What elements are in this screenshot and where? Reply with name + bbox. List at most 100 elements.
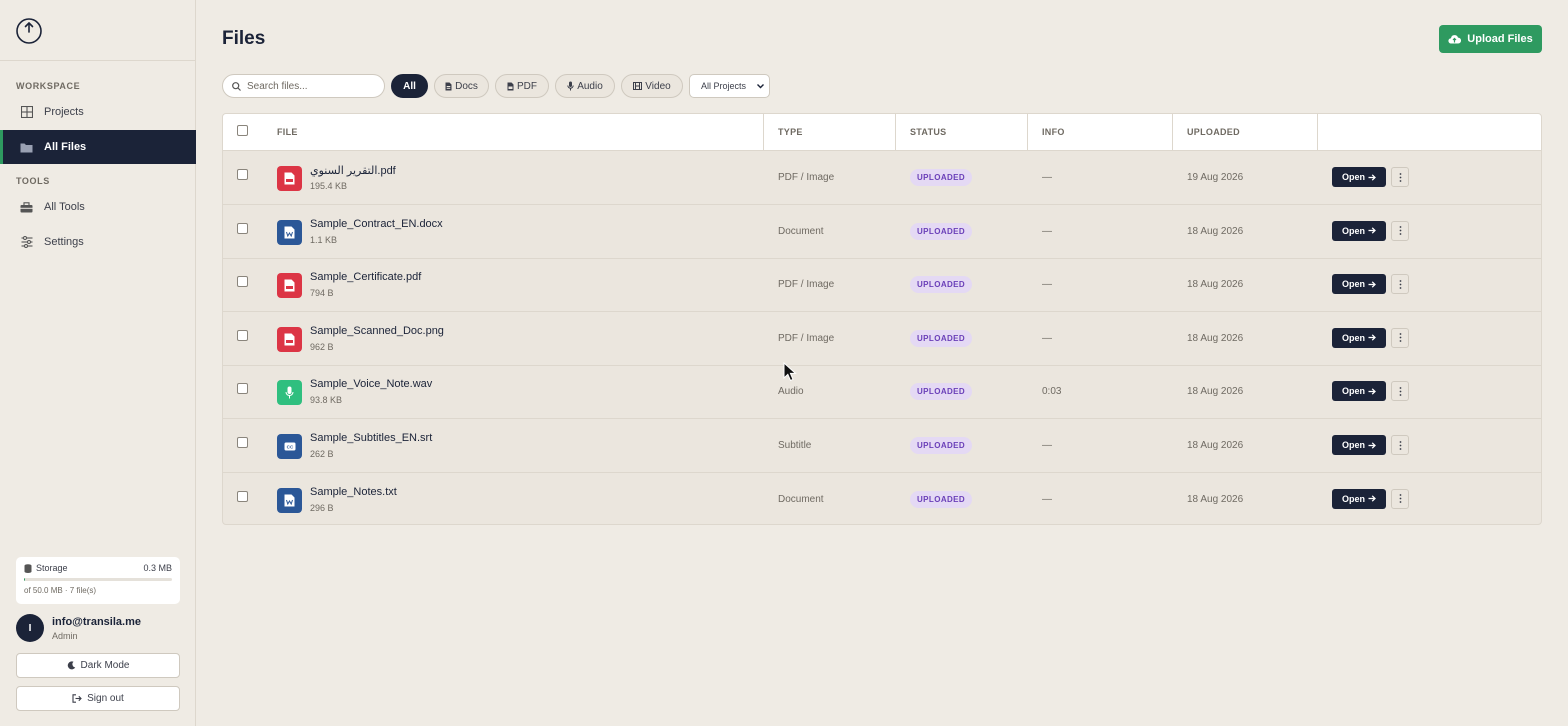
project-select[interactable]: All Projects: [689, 74, 770, 98]
sign-out-label: Sign out: [87, 693, 124, 704]
filter-chip-pdf[interactable]: PDF: [495, 74, 549, 98]
table-row[interactable]: التقرير السنوي.pdf 195.4 KB PDF / Image …: [223, 151, 1541, 205]
sidebar-item-label: Projects: [44, 106, 84, 118]
status-badge: UPLOADED: [910, 437, 973, 454]
filter-chip-audio[interactable]: Audio: [555, 74, 615, 98]
sidebar-item-settings[interactable]: Settings: [0, 225, 196, 259]
more-options-button[interactable]: [1391, 327, 1409, 348]
file-size: 262 B: [310, 449, 334, 459]
more-options-button[interactable]: [1391, 435, 1409, 455]
arrow-right-icon: [1368, 334, 1376, 341]
table-row[interactable]: CC Sample_Subtitles_EN.srt 262 B Subtitl…: [223, 419, 1541, 473]
row-checkbox[interactable]: [237, 169, 248, 180]
file-name[interactable]: Sample_Contract_EN.docx: [310, 218, 443, 230]
upload-date: 18 Aug 2026: [1187, 332, 1244, 344]
open-button[interactable]: Open: [1332, 435, 1386, 455]
sidebar-item-label: All Tools: [44, 201, 85, 213]
more-options-button[interactable]: [1391, 220, 1409, 241]
user-profile[interactable]: I info@transila.me Admin: [16, 614, 141, 642]
open-button[interactable]: Open: [1332, 220, 1386, 241]
file-name[interactable]: Sample_Notes.txt: [310, 486, 397, 498]
status-badge: UPLOADED: [910, 329, 973, 347]
file-size: 93.8 KB: [310, 395, 343, 406]
file-name[interactable]: Sample_Voice_Note.wav: [310, 378, 432, 390]
open-button[interactable]: Open: [1332, 274, 1386, 295]
open-button[interactable]: Open: [1332, 327, 1386, 348]
open-button[interactable]: Open: [1332, 167, 1386, 187]
filter-chip-docs[interactable]: Docs: [434, 74, 489, 98]
open-label: Open: [1341, 493, 1365, 504]
sidebar-item-all-tools[interactable]: All Tools: [0, 190, 196, 224]
sidebar-item-projects[interactable]: Projects: [0, 95, 196, 129]
file-info: —: [1042, 493, 1052, 505]
tools-section-label: TOOLS: [16, 176, 50, 186]
pdf-icon: [507, 82, 514, 90]
kebab-menu-icon: [1399, 226, 1401, 235]
more-options-button[interactable]: [1391, 274, 1409, 295]
filter-chip-video[interactable]: Video: [621, 74, 683, 98]
row-checkbox[interactable]: [237, 383, 248, 395]
sidebar-item-all-files[interactable]: All Files: [0, 130, 196, 164]
cloud-upload-icon: [1448, 35, 1462, 44]
open-button[interactable]: Open: [1332, 381, 1386, 402]
sign-out-button[interactable]: Sign out: [16, 686, 180, 711]
select-all-checkbox[interactable]: [237, 125, 248, 136]
upload-date: 18 Aug 2026: [1187, 440, 1244, 451]
row-checkbox[interactable]: [237, 276, 248, 288]
file-name[interactable]: Sample_Certificate.pdf: [310, 271, 421, 283]
power-circle-icon[interactable]: [15, 17, 43, 45]
sliders-icon: [20, 236, 33, 249]
column-header-file[interactable]: FILE: [277, 127, 298, 137]
kebab-menu-icon: [1399, 333, 1401, 343]
arrow-right-icon: [1368, 281, 1376, 288]
open-label: Open: [1341, 440, 1365, 450]
column-header-status[interactable]: STATUS: [910, 127, 946, 137]
search-input[interactable]: [247, 80, 377, 92]
table-row[interactable]: Sample_Contract_EN.docx 1.1 KB Document …: [223, 205, 1541, 259]
dark-mode-button[interactable]: Dark Mode: [16, 653, 180, 678]
table-row[interactable]: Sample_Voice_Note.wav 93.8 KB Audio UPLO…: [223, 365, 1541, 420]
chevron-down-icon: [757, 84, 764, 89]
row-checkbox[interactable]: [237, 490, 248, 502]
row-checkbox[interactable]: [237, 222, 248, 234]
file-size: 962 B: [310, 341, 334, 352]
files-table: FILE TYPE STATUS INFO UPLOADED التقرير ا…: [222, 113, 1542, 525]
file-type: Document: [778, 225, 824, 237]
film-icon: [633, 82, 643, 90]
table-row[interactable]: Sample_Notes.txt 296 B Document UPLOADED…: [223, 473, 1541, 524]
column-header-type[interactable]: TYPE: [778, 127, 803, 137]
more-options-button[interactable]: [1391, 167, 1409, 187]
file-info: 0:03: [1042, 386, 1062, 398]
file-name[interactable]: Sample_Subtitles_EN.srt: [310, 432, 432, 444]
cc-icon: CC: [277, 434, 302, 459]
more-options-button[interactable]: [1391, 381, 1409, 402]
table-header: FILE TYPE STATUS INFO UPLOADED: [223, 114, 1541, 151]
open-label: Open: [1341, 225, 1365, 236]
mouse-cursor-icon: [783, 362, 797, 382]
arrow-right-icon: [1368, 173, 1376, 181]
more-options-button[interactable]: [1391, 488, 1409, 509]
column-header-uploaded[interactable]: UPLOADED: [1187, 127, 1240, 137]
doc-icon: [445, 82, 452, 90]
upload-date: 18 Aug 2026: [1187, 279, 1244, 291]
table-row[interactable]: Sample_Scanned_Doc.png 962 B PDF / Image…: [223, 312, 1541, 366]
row-checkbox[interactable]: [237, 437, 248, 448]
file-name[interactable]: Sample_Scanned_Doc.png: [310, 325, 444, 337]
file-size: 1.1 KB: [310, 234, 338, 245]
folder-icon: [20, 141, 33, 154]
dark-mode-label: Dark Mode: [80, 660, 130, 671]
pdf-icon: [277, 326, 302, 352]
file-type: Audio: [778, 386, 804, 398]
open-button[interactable]: Open: [1332, 488, 1386, 509]
upload-files-button[interactable]: Upload Files: [1439, 25, 1542, 53]
row-checkbox[interactable]: [237, 329, 248, 341]
filter-chip-all[interactable]: All: [391, 74, 428, 98]
user-role: Admin: [52, 630, 78, 641]
grid-icon: [20, 106, 33, 119]
storage-label: Storage: [36, 563, 68, 573]
file-size: 794 B: [310, 288, 334, 299]
sidebar: WORKSPACE Projects All Files TOOLS All T…: [0, 0, 196, 726]
column-header-info[interactable]: INFO: [1042, 127, 1065, 137]
file-name[interactable]: التقرير السنوي.pdf: [310, 164, 396, 177]
table-row[interactable]: Sample_Certificate.pdf 794 B PDF / Image…: [223, 258, 1541, 313]
